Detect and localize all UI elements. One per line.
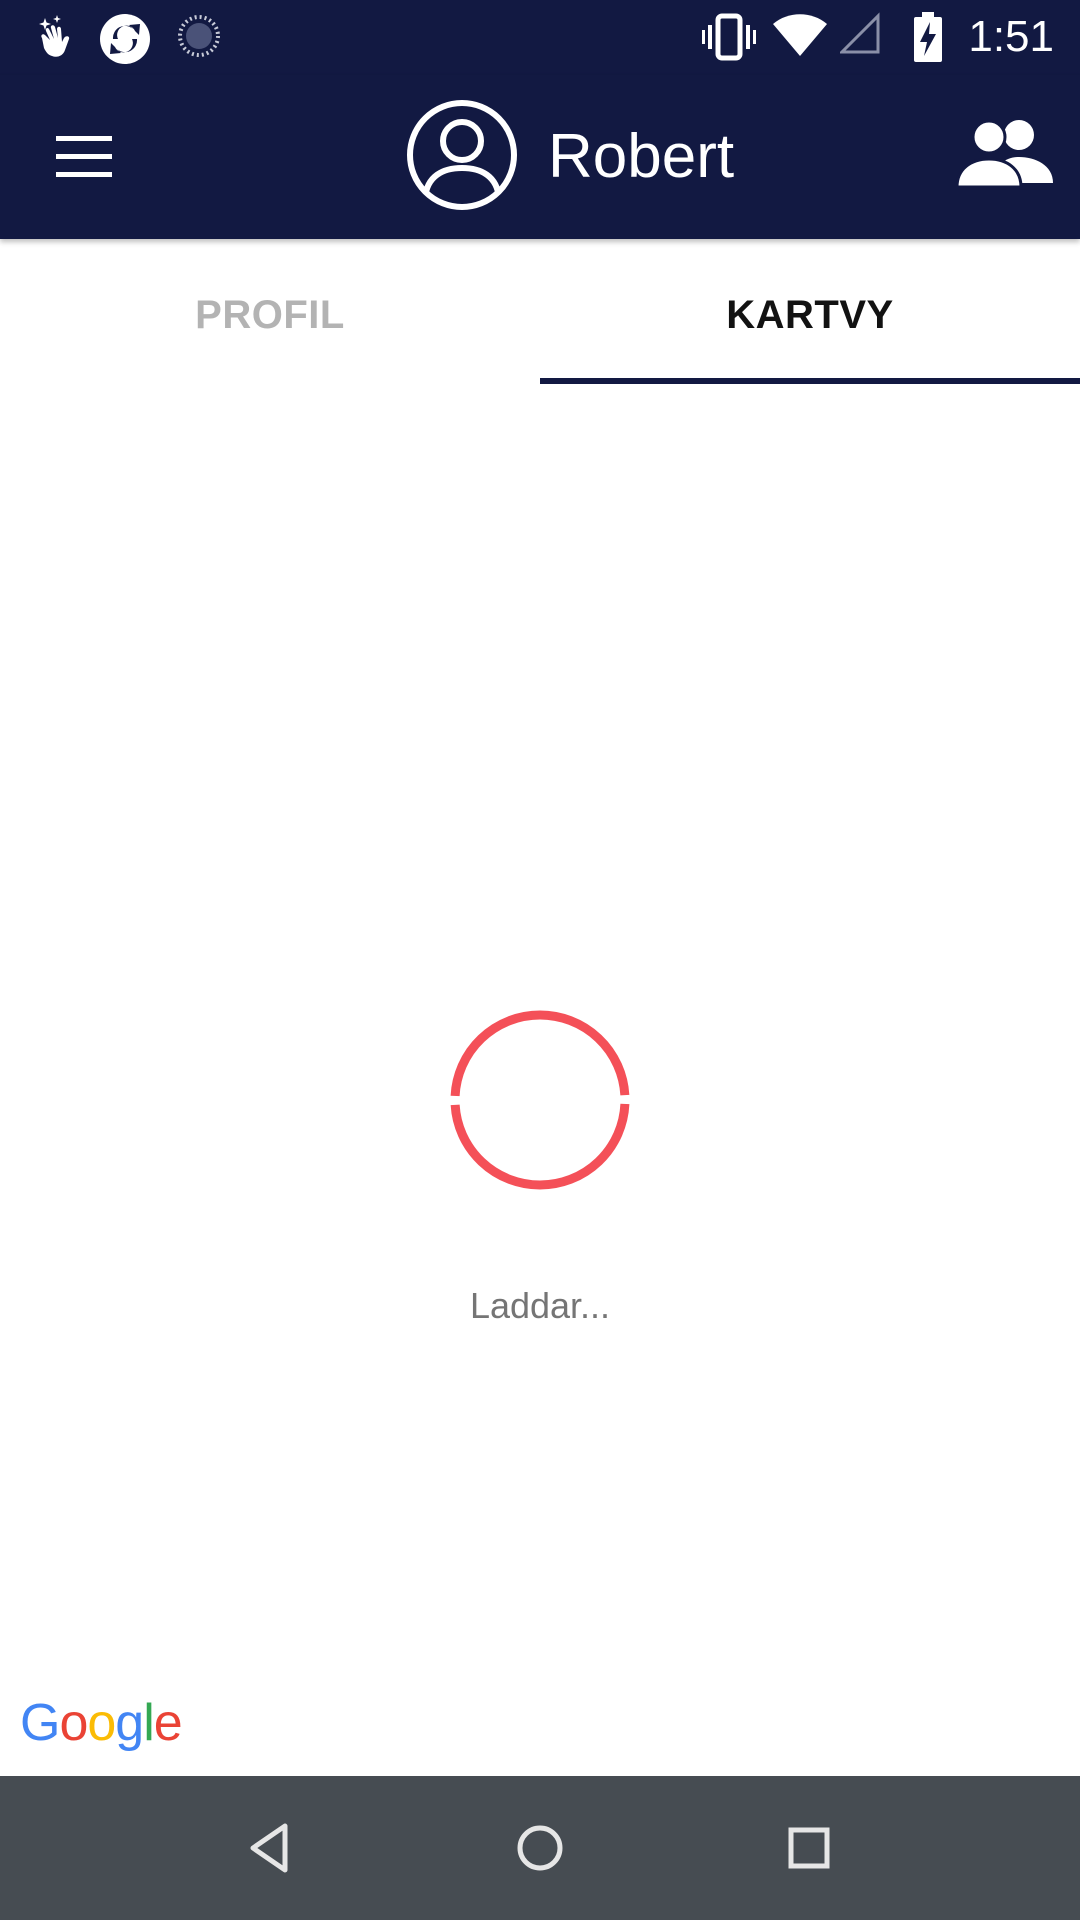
status-time: 1:51 (968, 12, 1054, 61)
recents-icon[interactable] (765, 1804, 853, 1892)
user-circle-icon[interactable] (405, 98, 519, 212)
sync-app-icon (100, 14, 150, 64)
back-icon[interactable] (227, 1804, 315, 1892)
loading-text: Laddar... (469, 1285, 611, 1326)
loading-spinner (450, 1010, 630, 1190)
vibrate-icon (702, 13, 756, 61)
loading-dots-icon (178, 15, 220, 57)
tab-bar: PROFIL KARTVY (0, 239, 1080, 385)
home-icon[interactable] (496, 1804, 584, 1892)
friends-button[interactable] (955, 115, 1055, 195)
status-bar: 1:51 (0, 0, 1080, 75)
user-name: Robert (548, 122, 735, 191)
app-bar: Robert (0, 75, 1080, 239)
tab-profil[interactable]: PROFIL (0, 239, 540, 385)
wifi-icon (773, 14, 827, 56)
system-nav-bar (0, 1776, 1080, 1920)
hand-sparkle-icon (39, 15, 70, 57)
no-signal-icon (840, 12, 880, 54)
hamburger-menu-icon (56, 136, 112, 177)
people-icon (955, 119, 1053, 189)
tab-kartvy[interactable]: KARTVY (540, 239, 1080, 385)
battery-charging-icon (914, 12, 942, 62)
tab-indicator (540, 378, 1080, 384)
google-logo: Google (20, 1694, 183, 1752)
menu-button[interactable] (40, 122, 128, 192)
